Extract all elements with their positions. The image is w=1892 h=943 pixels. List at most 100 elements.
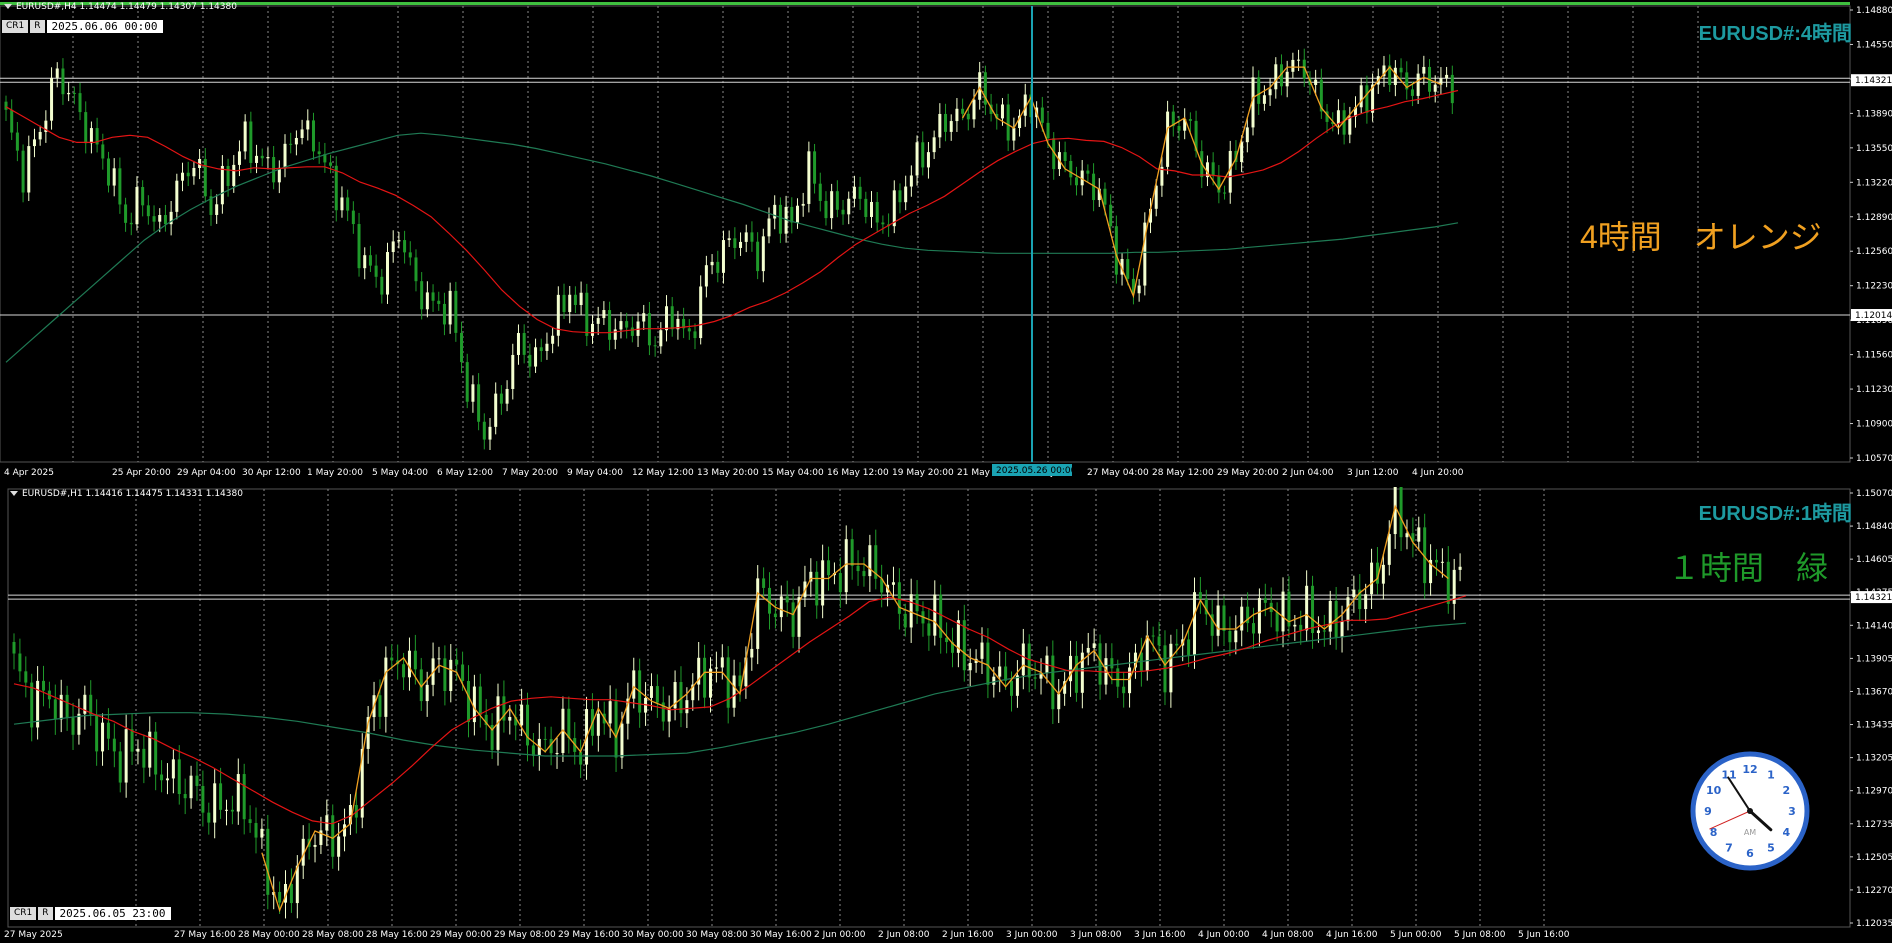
candle-body xyxy=(329,162,333,166)
candle-body xyxy=(613,329,617,340)
candle-body xyxy=(71,717,75,735)
h4-chart-title: EURUSD#:4時間 xyxy=(1698,23,1852,45)
candle-body xyxy=(665,306,669,331)
candle-body xyxy=(461,664,465,681)
candle-body xyxy=(807,151,811,204)
candle-body xyxy=(596,713,600,736)
candle-body xyxy=(955,108,959,122)
candle-body xyxy=(903,613,907,628)
candle-body xyxy=(1434,559,1438,563)
candle-body xyxy=(278,891,282,903)
candle-body xyxy=(1257,77,1261,104)
clock-number: 10 xyxy=(1706,784,1722,797)
h4-chart-header: EURUSD#,H4 1.14474 1.14479 1.14307 1.143… xyxy=(4,2,237,12)
candle-body xyxy=(870,201,874,217)
candle-body xyxy=(756,578,760,649)
collapse-arrow-icon[interactable] xyxy=(4,4,12,9)
candle-body xyxy=(471,384,475,402)
candle-body xyxy=(1010,680,1014,696)
candle-body xyxy=(868,545,872,577)
candle-body xyxy=(177,759,181,795)
candle-body xyxy=(1086,170,1090,174)
candle-body xyxy=(1281,591,1285,632)
candle-body xyxy=(1445,74,1449,79)
candle-body xyxy=(608,310,612,340)
candle-body xyxy=(1311,585,1315,634)
r-button[interactable]: R xyxy=(38,907,53,920)
candle-body xyxy=(1012,128,1016,141)
price-label: 1.11560 xyxy=(1856,351,1892,361)
candle-body xyxy=(488,426,492,440)
candle-body xyxy=(363,255,367,269)
candle-body xyxy=(824,200,828,219)
candle-body xyxy=(219,783,223,810)
candle-body xyxy=(1015,675,1019,696)
candle-body xyxy=(750,232,754,242)
candle-body xyxy=(331,815,335,857)
candle-body xyxy=(24,671,28,683)
candle-body xyxy=(283,143,287,168)
candle-body xyxy=(1187,639,1191,655)
candle-body xyxy=(961,108,965,114)
candle-body xyxy=(1137,285,1141,294)
candle-body xyxy=(1128,667,1132,694)
candle-body xyxy=(1175,643,1179,646)
candle-body xyxy=(1063,152,1067,161)
candle-body xyxy=(813,151,817,184)
candle-body xyxy=(585,292,589,336)
candle-body xyxy=(539,347,543,351)
candle-body xyxy=(904,186,908,203)
candle-body xyxy=(966,113,970,120)
candle-body xyxy=(699,286,703,339)
candle-body xyxy=(224,809,228,811)
r-button[interactable]: R xyxy=(30,20,45,33)
candle-body xyxy=(118,168,122,205)
candle-body xyxy=(933,594,937,636)
candle-body xyxy=(437,658,441,660)
candle-body xyxy=(801,203,805,206)
candle-body xyxy=(124,729,128,783)
candle-body xyxy=(968,662,972,671)
time-label: 30 May 00:00 xyxy=(622,930,684,940)
candle-body xyxy=(146,205,150,217)
candle-body xyxy=(106,158,110,186)
collapse-arrow-icon[interactable] xyxy=(10,491,18,496)
h4-ohlc-text: EURUSD#,H4 1.14474 1.14479 1.14307 1.143… xyxy=(16,2,237,12)
candle-body xyxy=(1240,606,1244,631)
candle-body xyxy=(1359,85,1363,108)
cr1-button[interactable]: CR1 xyxy=(10,907,37,920)
candle-body xyxy=(1086,647,1090,653)
candle-body xyxy=(230,809,234,812)
candle-body xyxy=(881,222,885,225)
price-label: 1.14140 xyxy=(1856,621,1892,631)
h1-chart-panel[interactable]: 1.150701.148401.146051.143751.141401.139… xyxy=(0,487,1892,943)
time-label: 30 May 16:00 xyxy=(750,930,812,940)
candle-body xyxy=(1340,621,1344,638)
time-label: 29 May 20:00 xyxy=(1217,468,1279,478)
time-label: 19 May 20:00 xyxy=(892,468,954,478)
time-label: 3 Jun 08:00 xyxy=(1070,930,1122,940)
time-label: 13 May 20:00 xyxy=(697,468,759,478)
candle-body xyxy=(1192,592,1196,655)
time-label: 29 May 16:00 xyxy=(558,930,620,940)
candle-body xyxy=(78,93,82,113)
candle-body xyxy=(761,236,765,272)
candle-body xyxy=(791,602,795,637)
candle-body xyxy=(708,668,712,698)
cr1-button[interactable]: CR1 xyxy=(2,20,29,33)
h4-chart-panel[interactable]: 1.148801.145501.142201.138901.135501.132… xyxy=(0,0,1892,487)
candle-body xyxy=(1299,624,1303,631)
price-label: 1.14605 xyxy=(1856,555,1892,565)
candle-body xyxy=(1116,668,1120,687)
time-label: 3 Jun 16:00 xyxy=(1134,930,1186,940)
time-label: 28 May 00:00 xyxy=(238,930,300,940)
candle-body xyxy=(768,587,772,614)
h1-green-note: １時間 緑 xyxy=(1668,550,1829,586)
candle-body xyxy=(1188,119,1192,121)
candle-body xyxy=(1336,110,1340,124)
time-label: 2 Jun 00:00 xyxy=(814,930,866,940)
h1-ohlc-text: EURUSD#,H1 1.14416 1.14475 1.14331 1.143… xyxy=(22,489,243,499)
candle-body xyxy=(909,594,913,628)
candle-body xyxy=(378,695,382,717)
candle-body xyxy=(779,596,783,618)
